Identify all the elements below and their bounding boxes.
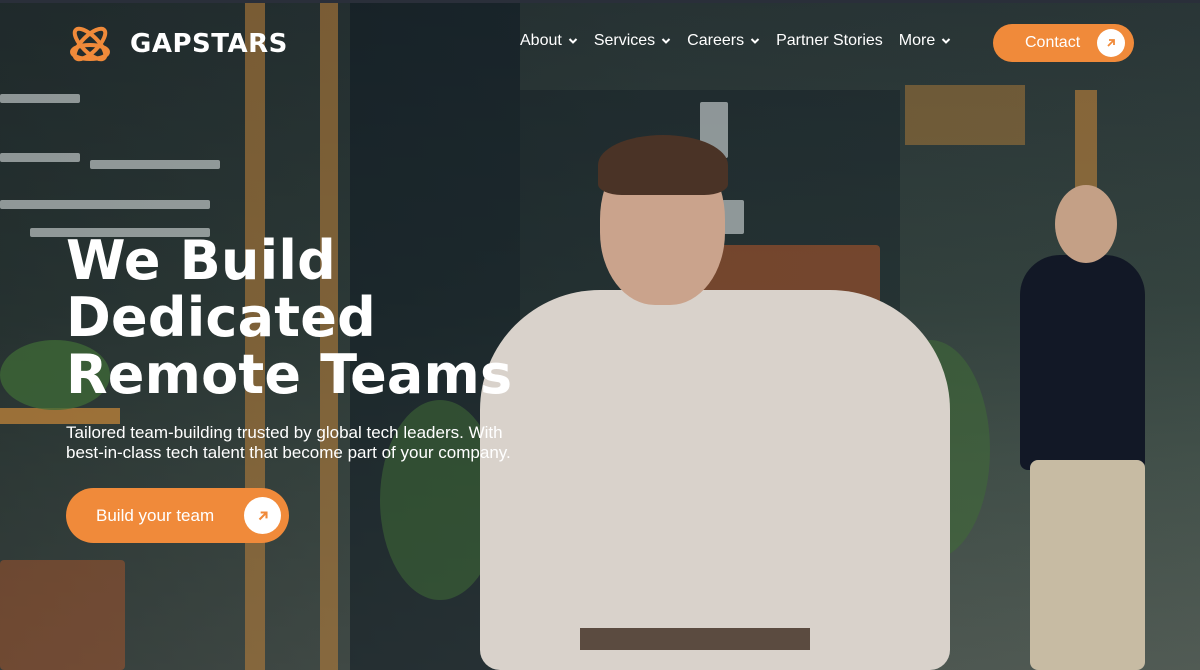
logo-link[interactable]: GAPSTARS (66, 22, 288, 66)
cta-button-label: Build your team (96, 505, 215, 525)
top-border (0, 0, 1200, 3)
nav-item-about[interactable]: About (520, 32, 578, 50)
background-person-head (1055, 185, 1117, 263)
chevron-down-icon (942, 38, 951, 44)
background-shelf (0, 408, 120, 424)
ceiling-light (0, 200, 210, 209)
nav-item-label: Partner Stories (776, 32, 883, 49)
chevron-down-icon (568, 38, 578, 44)
top-navigation: GAPSTARS About Services Careers Partner … (0, 0, 1200, 86)
atom-logo-icon (70, 26, 110, 62)
ceiling-light (90, 160, 220, 169)
subtitle-line: best-in-class tech talent that become pa… (66, 443, 511, 462)
nav-item-label: Careers (687, 32, 745, 49)
headline-line: Dedicated (66, 286, 376, 349)
ceiling-light (0, 153, 80, 162)
background-person-body (1020, 255, 1145, 470)
build-your-team-button[interactable]: Build your team (66, 488, 289, 543)
main-nav: About Services Careers Partner Stories M… (520, 32, 951, 50)
contact-button-label: Contact (1025, 34, 1081, 51)
chevron-down-icon (750, 38, 760, 44)
arrow-up-right-icon (244, 497, 281, 534)
nav-item-services[interactable]: Services (594, 32, 671, 50)
subtitle-line: Tailored team-building trusted by global… (66, 423, 503, 442)
ceiling-light (0, 94, 80, 103)
arrow-up-right-icon (1097, 29, 1125, 57)
nav-item-partner-stories[interactable]: Partner Stories (776, 32, 883, 50)
nav-item-label: More (898, 32, 936, 49)
headline-line: We Build (66, 229, 336, 292)
background-person-legs (1030, 460, 1145, 670)
main-person-hair (598, 135, 728, 195)
nav-item-careers[interactable]: Careers (687, 32, 760, 50)
background-beam (905, 85, 1025, 145)
nav-item-label: Services (593, 32, 656, 49)
background-pillar (1075, 90, 1097, 200)
contact-button[interactable]: Contact (993, 24, 1134, 62)
brand-name: GAPSTARS (130, 29, 288, 59)
ceiling-light (722, 200, 744, 234)
headline-line: Remote Teams (66, 343, 513, 406)
chevron-down-icon (661, 38, 671, 44)
background-planter (0, 560, 125, 670)
nav-item-label: About (520, 32, 562, 49)
nav-item-more[interactable]: More (899, 32, 951, 50)
hero-subtitle: Tailored team-building trusted by global… (66, 423, 586, 463)
main-person-body (480, 290, 950, 670)
hero-headline: We Build Dedicated Remote Teams (66, 232, 512, 403)
main-person-belt (580, 628, 810, 650)
